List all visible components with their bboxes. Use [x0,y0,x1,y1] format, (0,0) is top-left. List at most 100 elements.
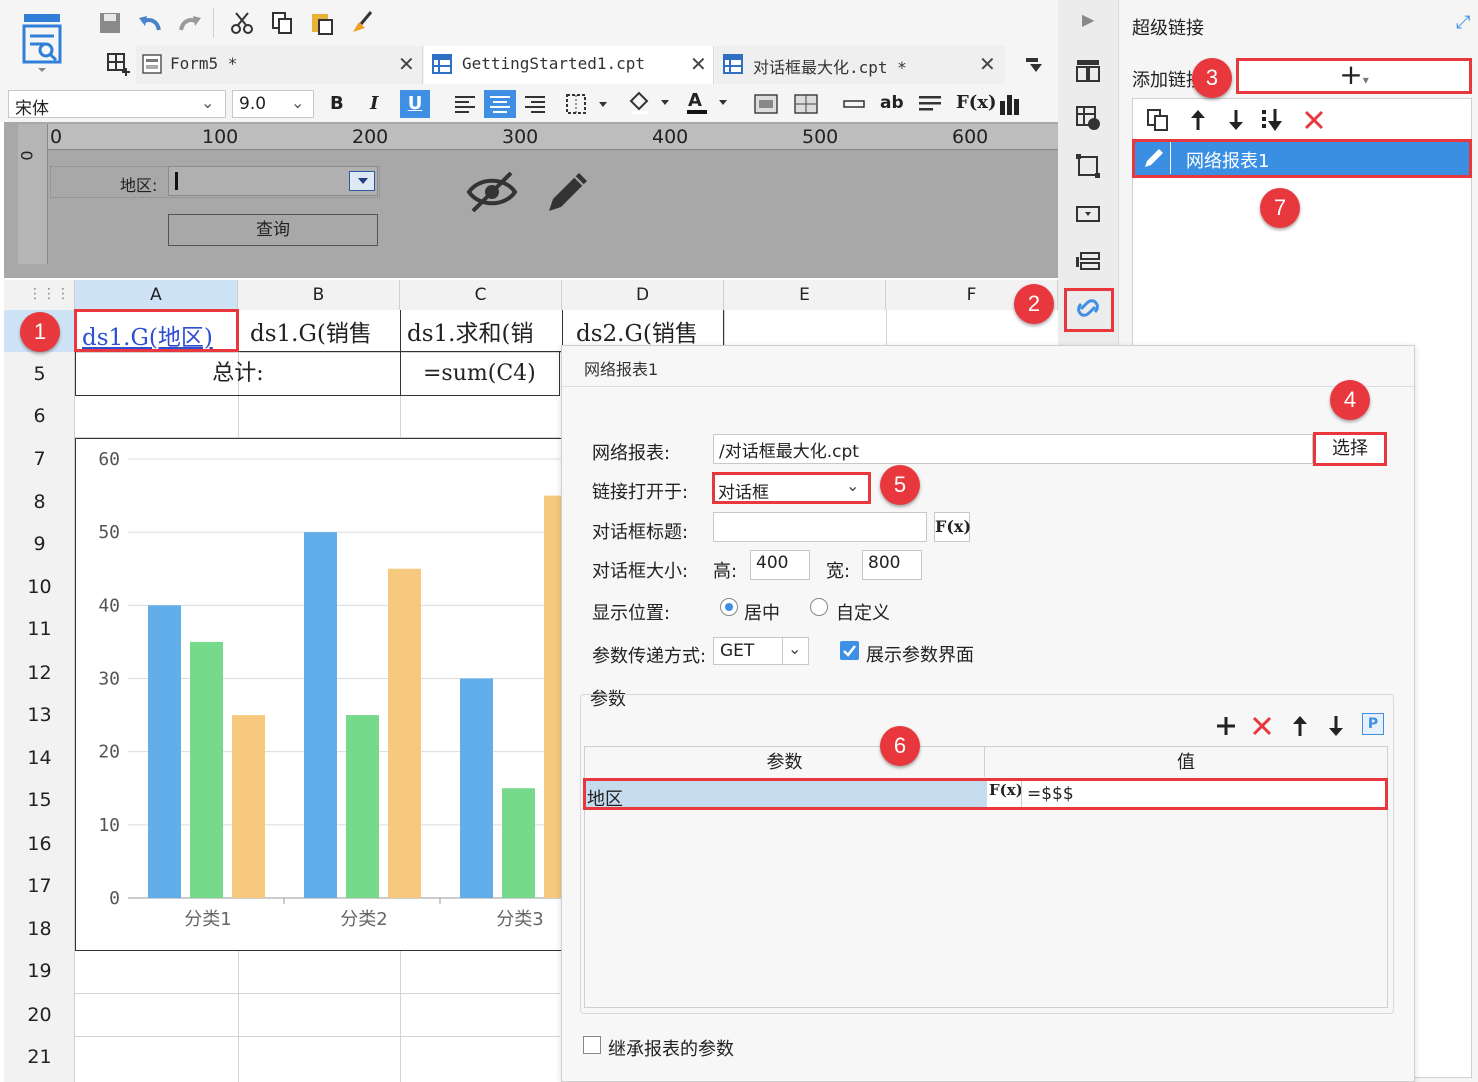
add-param-icon[interactable] [1212,712,1240,740]
param-column-header: 参数 [585,747,985,777]
cell-element-icon[interactable] [1074,56,1102,84]
column-header[interactable]: D [562,280,724,310]
column-header[interactable]: A [75,280,238,310]
row-header[interactable]: 12 [4,662,75,684]
position-center-radio[interactable] [720,598,738,616]
cut-icon[interactable] [228,9,256,37]
report-icon[interactable] [18,10,66,74]
inherit-params-checkbox[interactable] [583,1036,601,1054]
param-p-icon[interactable]: P [1362,713,1384,735]
align-center-icon[interactable] [484,90,516,118]
format-painter-icon[interactable] [348,9,376,37]
close-icon[interactable]: ✕ [398,52,415,76]
row-header[interactable]: 11 [4,618,75,640]
bold-button[interactable]: B [330,93,344,114]
row-header[interactable]: 8 [4,491,75,513]
close-icon[interactable]: ✕ [690,52,707,76]
textfield-icon[interactable] [840,90,868,118]
tab-menu-icon[interactable] [1020,52,1048,80]
param-down-icon[interactable] [1322,712,1350,740]
row-header[interactable]: 7 [4,448,75,470]
annotation-box [74,309,239,352]
cell-c4[interactable]: ds1.求和(销 [401,310,562,352]
formula-button[interactable]: F(x) [956,92,997,113]
position-custom-radio[interactable] [810,598,828,616]
underline-button[interactable]: U [400,90,430,118]
row-header[interactable]: 20 [4,1004,75,1026]
width-input[interactable]: 800 [862,550,922,580]
row-header[interactable]: 19 [4,960,75,982]
row-header[interactable]: 14 [4,747,75,769]
tab-gettingstarted[interactable]: GettingStarted1.cpt ✕ [424,46,714,84]
report-path-input[interactable]: /对话框最大化.cpt [713,434,1313,464]
edit-pencil-icon[interactable] [540,164,596,220]
column-header[interactable]: B [238,280,400,310]
italic-button[interactable]: I [370,93,378,114]
float-element-icon[interactable] [1074,152,1102,180]
tab-form5[interactable]: Form5 * ✕ [136,46,423,84]
row-header[interactable]: 18 [4,918,75,940]
border-icon[interactable] [564,90,610,118]
close-icon[interactable]: ✕ [979,52,996,76]
column-header[interactable]: E [724,280,886,310]
show-params-checkbox[interactable] [840,641,859,660]
param-up-icon[interactable] [1286,712,1314,740]
dropdown-arrow-icon[interactable] [349,171,375,191]
font-color-icon[interactable]: A [684,88,730,116]
query-button[interactable]: 查询 [168,214,378,246]
widget-icon[interactable] [1074,200,1102,228]
move-down-icon[interactable] [1222,106,1250,134]
condition-attr-icon[interactable] [1074,248,1102,276]
save-icon[interactable] [96,9,124,37]
chart-container[interactable]: 0 10 20 30 40 50 60 分类1 分类2 分类3 [75,438,562,951]
cell-sum[interactable]: =sum(C4) [401,353,560,395]
move-up-icon[interactable] [1184,106,1212,134]
split-cells-icon[interactable] [792,90,820,118]
dialog-title-input[interactable] [713,512,927,542]
formula-button[interactable]: F(x) [934,512,971,542]
copy-icon[interactable] [1144,106,1172,134]
hidden-eye-icon[interactable] [464,164,520,220]
row-header[interactable]: 6 [4,405,75,427]
fill-color-icon[interactable] [626,88,672,116]
redo-icon[interactable] [176,9,204,37]
align-left-icon[interactable] [452,90,480,118]
ab-button[interactable]: ab [880,93,904,113]
collapse-icon[interactable]: ⤢ [1456,12,1470,33]
height-label: 高: [713,561,738,582]
cell-b4[interactable]: ds1.G(销售 [239,310,400,352]
font-size-select[interactable]: 9.0 ⌄ [232,90,314,118]
chart-icon[interactable] [996,90,1024,118]
font-name-select[interactable]: 宋体 ⌄ [8,90,226,119]
height-input[interactable]: 400 [750,550,810,580]
row-header[interactable]: 21 [4,1046,75,1068]
row-header[interactable]: 5 [4,363,75,385]
annotation-box [1236,58,1472,94]
row-header[interactable]: 16 [4,833,75,855]
expand-arrow-icon[interactable]: ▶ [1082,10,1094,29]
merge-cells-icon[interactable] [752,90,780,118]
select-all-corner[interactable]: ⋮⋮⋮ [4,280,75,310]
tab-dialog-max[interactable]: 对话框最大化.cpt * ✕ [715,46,1005,84]
cell-total[interactable]: 总计: [76,353,400,395]
annotation-badge: 1 [20,312,60,352]
row-header[interactable]: 15 [4,789,75,811]
row-header[interactable]: 10 [4,576,75,598]
row-header[interactable]: 9 [4,533,75,555]
cell-attr-icon[interactable] [1074,104,1102,132]
row-header[interactable]: 17 [4,875,75,897]
copy-icon[interactable] [268,9,296,37]
region-combo[interactable] [168,166,378,196]
wrap-text-icon[interactable] [916,90,944,118]
method-select[interactable]: GET ⌄ [713,637,809,665]
new-form-icon[interactable] [104,50,132,78]
column-header[interactable]: C [400,280,562,310]
undo-icon[interactable] [136,9,164,37]
delete-param-icon[interactable] [1248,712,1276,740]
row-header[interactable]: 13 [4,704,75,726]
delete-icon[interactable] [1300,106,1328,134]
paste-icon[interactable] [308,9,336,37]
move-bottom-icon[interactable] [1260,106,1288,134]
align-right-icon[interactable] [520,90,548,118]
grid-line [75,1036,560,1037]
